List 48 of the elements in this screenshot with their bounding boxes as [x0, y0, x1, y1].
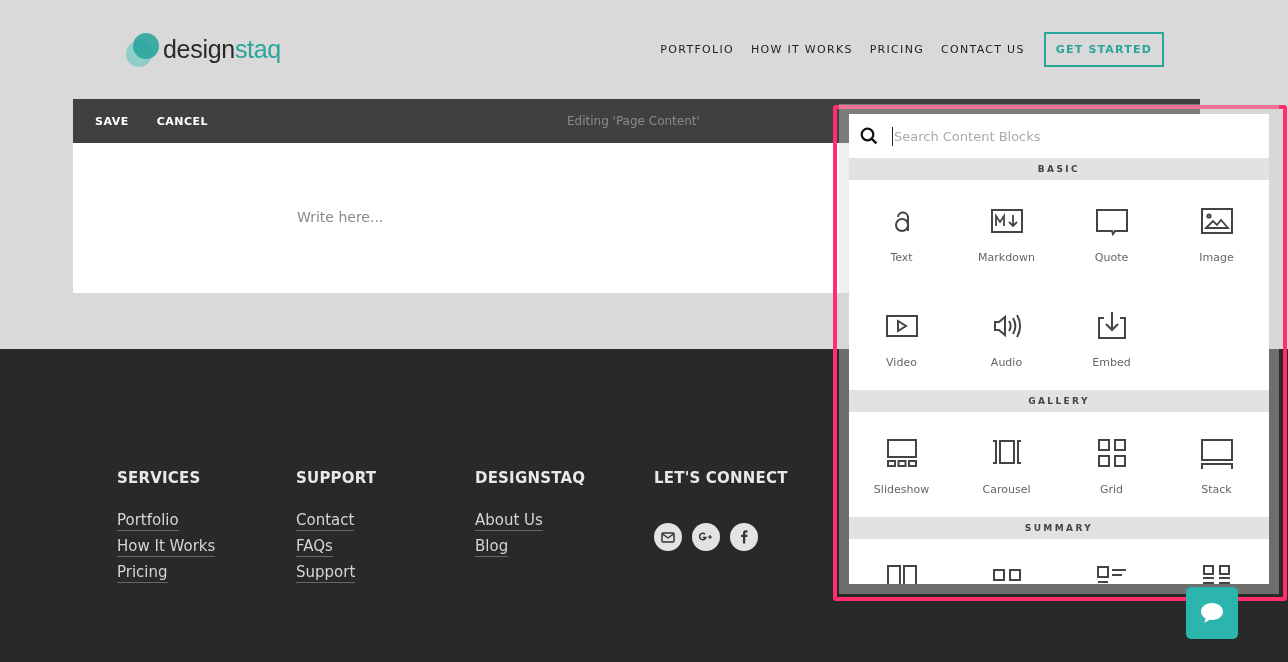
save-button[interactable]: SAVE — [95, 114, 129, 128]
stack-icon — [1200, 437, 1233, 469]
mail-icon — [661, 531, 675, 543]
search-icon — [860, 127, 878, 145]
footer-link[interactable]: FAQs — [296, 537, 333, 557]
block-option[interactable]: Quote — [1059, 180, 1164, 285]
cancel-button[interactable]: CANCEL — [156, 114, 209, 128]
footer-heading: SERVICES — [117, 469, 202, 487]
footer-link[interactable]: Support — [296, 563, 356, 583]
block-option[interactable]: Stack — [1164, 412, 1269, 517]
nav-link[interactable]: HOW IT WORKS — [750, 43, 853, 56]
block-option[interactable]: Markdown — [954, 180, 1059, 285]
social-link[interactable] — [730, 523, 758, 551]
footer-heading: LET'S CONNECT — [654, 469, 789, 487]
image-icon — [1200, 205, 1233, 237]
google-plus-icon — [699, 532, 713, 542]
footer-heading: SUPPORT — [296, 469, 378, 487]
logo-text: designstaq — [163, 35, 281, 64]
facebook-icon — [740, 530, 748, 544]
footer-link[interactable]: Contact — [296, 511, 355, 531]
footer-link[interactable]: Blog — [475, 537, 509, 557]
nav-link[interactable]: PRICING — [869, 43, 924, 56]
section-header: GALLERY — [849, 390, 1269, 412]
nav-link[interactable]: PORTFOLIO — [660, 43, 734, 56]
block-option[interactable]: Text — [849, 180, 954, 285]
footer-heading: DESIGNSTAQ — [475, 469, 587, 487]
logo-circles-icon — [125, 31, 161, 68]
block-option[interactable]: Video — [849, 285, 954, 390]
social-link[interactable] — [654, 523, 682, 551]
footer-link[interactable]: How It Works — [117, 537, 216, 557]
social-link[interactable] — [692, 523, 720, 551]
grid-icon — [1095, 437, 1128, 469]
speech-bubble-icon — [1199, 601, 1225, 625]
block-option[interactable]: Carousel — [954, 412, 1059, 517]
editor-title: Editing 'Page Content' — [567, 114, 700, 128]
section-header: BASIC — [849, 158, 1269, 180]
footer-link[interactable]: Pricing — [117, 563, 168, 583]
block-option[interactable]: Grid — [1059, 412, 1164, 517]
block-option[interactable]: Image — [1164, 180, 1269, 285]
block-option[interactable]: Embed — [1059, 285, 1164, 390]
download-tray-icon — [1095, 310, 1128, 342]
footer-link[interactable]: About Us — [475, 511, 543, 531]
section-header: SUMMARY — [849, 517, 1269, 539]
block-option[interactable]: Audio — [954, 285, 1059, 390]
block-option[interactable]: Slideshow — [849, 412, 954, 517]
footer-link[interactable]: Portfolio — [117, 511, 179, 531]
nav-link[interactable]: CONTACT US — [941, 43, 1025, 56]
slideshow-icon — [885, 437, 918, 469]
